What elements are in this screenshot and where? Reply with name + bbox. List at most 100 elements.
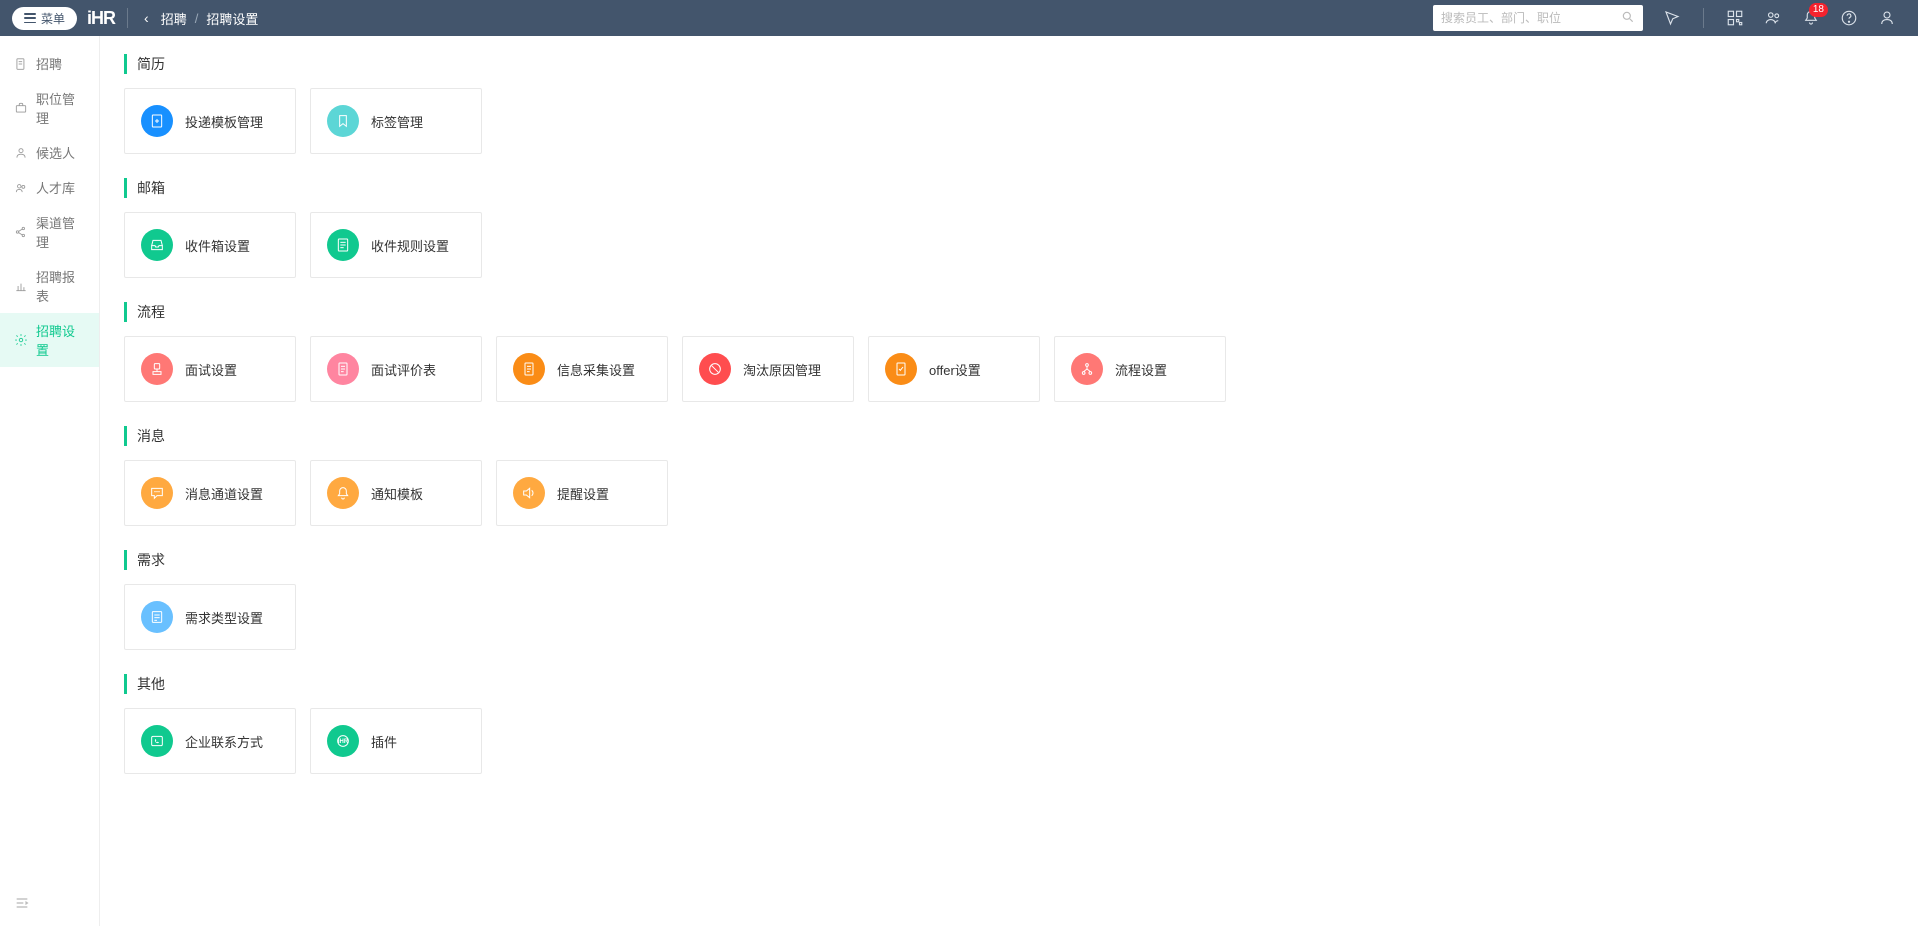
stamp-icon	[141, 353, 173, 385]
svg-text:iHR: iHR	[338, 739, 349, 745]
card-label: 提醒设置	[557, 484, 609, 503]
search-icon[interactable]	[1621, 10, 1635, 27]
help-icon[interactable]	[1830, 9, 1868, 27]
divider	[127, 8, 128, 28]
doc-check-icon	[885, 353, 917, 385]
sidebar-collapse-button[interactable]	[14, 895, 30, 914]
menu-label: 菜单	[41, 10, 65, 27]
doc-icon	[327, 353, 359, 385]
user-icon[interactable]	[1868, 9, 1906, 27]
phone-card-icon	[141, 725, 173, 757]
cursor-icon[interactable]	[1653, 9, 1691, 27]
section-title: 消息	[124, 426, 1894, 446]
header-icons: 18	[1653, 8, 1906, 28]
card-notify-template[interactable]: 通知模板	[310, 460, 482, 526]
section-5: 其他企业联系方式 iHR 插件	[124, 674, 1894, 774]
bookmark-icon	[327, 105, 359, 137]
card-label: 插件	[371, 732, 397, 751]
card-tag-manage[interactable]: 标签管理	[310, 88, 482, 154]
sidebar-item-0[interactable]: 招聘	[0, 46, 99, 81]
section-title: 需求	[124, 550, 1894, 570]
card-label: 收件箱设置	[185, 236, 250, 255]
sidebar-item-6[interactable]: 招聘设置	[0, 313, 99, 367]
card-interview-settings[interactable]: 面试设置	[124, 336, 296, 402]
card-flow-settings[interactable]: 流程设置	[1054, 336, 1226, 402]
plugin-icon: iHR	[327, 725, 359, 757]
main-content: 简历投递模板管理 标签管理邮箱收件箱设置 收件规则设置流程面试设置 面试评价表 信息采集…	[100, 36, 1918, 926]
list-icon	[141, 601, 173, 633]
card-reject-reason[interactable]: 淘汰原因管理	[682, 336, 854, 402]
card-reminder[interactable]: 提醒设置	[496, 460, 668, 526]
sidebar-item-3[interactable]: 人才库	[0, 170, 99, 205]
hamburger-icon	[24, 13, 36, 23]
section-title: 流程	[124, 302, 1894, 322]
section-0: 简历投递模板管理 标签管理	[124, 54, 1894, 154]
sidebar-item-label: 人才库	[36, 178, 75, 197]
sidebar-item-label: 招聘报表	[36, 267, 85, 305]
card-label: 标签管理	[371, 112, 423, 131]
card-label: 通知模板	[371, 484, 423, 503]
section-title: 其他	[124, 674, 1894, 694]
section-2: 流程面试设置 面试评价表 信息采集设置 淘汰原因管理 offer设置 流程设置	[124, 302, 1894, 402]
section-1: 邮箱收件箱设置 收件规则设置	[124, 178, 1894, 278]
share-icon	[14, 225, 28, 239]
sidebar-item-label: 招聘	[36, 54, 62, 73]
section-3: 消息消息通道设置 通知模板 提醒设置	[124, 426, 1894, 526]
sidebar-item-label: 候选人	[36, 143, 75, 162]
notification-icon[interactable]: 18	[1792, 9, 1830, 27]
card-plugin[interactable]: iHR 插件	[310, 708, 482, 774]
card-inbox-rules[interactable]: 收件规则设置	[310, 212, 482, 278]
card-msg-channel[interactable]: 消息通道设置	[124, 460, 296, 526]
card-label: 面试评价表	[371, 360, 436, 379]
sidebar-item-label: 职位管理	[36, 89, 85, 127]
sidebar-item-2[interactable]: 候选人	[0, 135, 99, 170]
qrcode-icon[interactable]	[1716, 9, 1754, 27]
sidebar-item-1[interactable]: 职位管理	[0, 81, 99, 135]
forbid-icon	[699, 353, 731, 385]
card-label: 投递模板管理	[185, 112, 263, 131]
card-inbox-settings[interactable]: 收件箱设置	[124, 212, 296, 278]
users-icon	[14, 181, 28, 195]
section-title: 简历	[124, 54, 1894, 74]
card-info-collect[interactable]: 信息采集设置	[496, 336, 668, 402]
file-icon	[14, 57, 28, 71]
section-title: 邮箱	[124, 178, 1894, 198]
card-submit-template[interactable]: 投递模板管理	[124, 88, 296, 154]
card-contact[interactable]: 企业联系方式	[124, 708, 296, 774]
breadcrumb-current: 招聘设置	[206, 9, 258, 28]
speaker-icon	[513, 477, 545, 509]
logo: iHR	[87, 8, 115, 29]
search-box[interactable]	[1433, 5, 1643, 31]
chart-icon	[14, 279, 28, 293]
doc-plus-icon	[141, 105, 173, 137]
card-label: 收件规则设置	[371, 236, 449, 255]
bell-icon	[327, 477, 359, 509]
sidebar-item-label: 渠道管理	[36, 213, 85, 251]
gear-icon	[14, 333, 28, 347]
card-demand-type[interactable]: 需求类型设置	[124, 584, 296, 650]
breadcrumb: ‹ 招聘 / 招聘设置	[140, 9, 258, 28]
breadcrumb-parent[interactable]: 招聘	[161, 9, 187, 28]
back-button[interactable]: ‹	[140, 10, 153, 26]
search-input[interactable]	[1441, 11, 1621, 25]
sidebar-item-5[interactable]: 招聘报表	[0, 259, 99, 313]
sidebar-item-4[interactable]: 渠道管理	[0, 205, 99, 259]
sidebar: 招聘职位管理候选人人才库渠道管理招聘报表招聘设置	[0, 36, 100, 926]
contacts-icon[interactable]	[1754, 9, 1792, 27]
flow-icon	[1071, 353, 1103, 385]
card-label: 信息采集设置	[557, 360, 635, 379]
card-interview-eval[interactable]: 面试评价表	[310, 336, 482, 402]
briefcase-icon	[14, 101, 28, 115]
doc-icon	[513, 353, 545, 385]
chat-icon	[141, 477, 173, 509]
breadcrumb-separator: /	[195, 11, 199, 26]
app-header: 菜单 iHR ‹ 招聘 / 招聘设置 18	[0, 0, 1918, 36]
menu-button[interactable]: 菜单	[12, 7, 77, 30]
list-doc-icon	[327, 229, 359, 261]
user-icon	[14, 146, 28, 160]
card-label: 消息通道设置	[185, 484, 263, 503]
card-label: offer设置	[929, 360, 981, 379]
card-label: 流程设置	[1115, 360, 1167, 379]
card-offer-settings[interactable]: offer设置	[868, 336, 1040, 402]
inbox-icon	[141, 229, 173, 261]
